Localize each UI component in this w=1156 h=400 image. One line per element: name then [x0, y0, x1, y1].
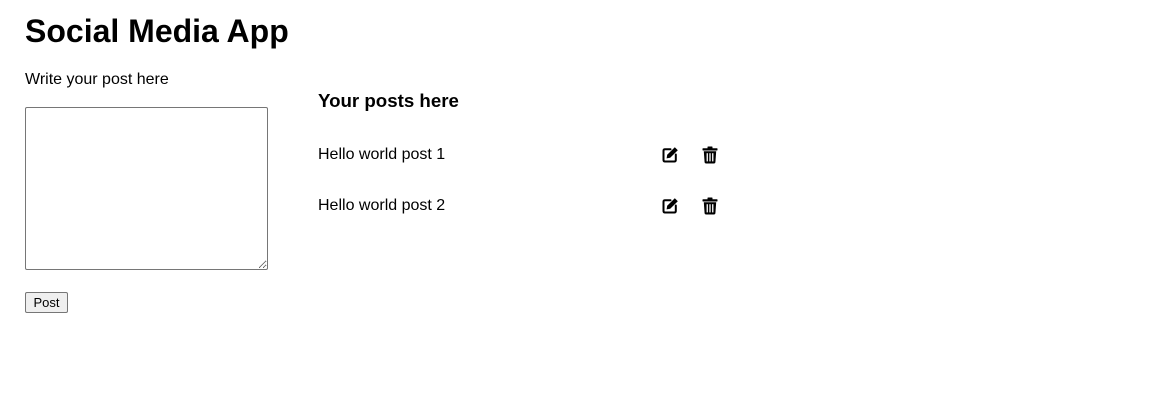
composer-label: Write your post here — [25, 71, 169, 88]
posts-heading: Your posts here — [318, 90, 459, 111]
edit-icon — [661, 197, 679, 215]
post-button[interactable]: Post — [25, 292, 68, 313]
app-container: Social Media App Write your post here Po… — [0, 0, 1156, 400]
post-item: Hello world post 1 — [318, 140, 738, 191]
delete-post-button[interactable] — [700, 196, 720, 216]
delete-post-button[interactable] — [700, 145, 720, 165]
post-text: Hello world post 2 — [318, 197, 446, 214]
app-title: Social Media App — [25, 13, 289, 49]
trash-icon — [702, 197, 718, 215]
edit-icon — [661, 146, 679, 164]
post-item: Hello world post 2 — [318, 191, 738, 242]
post-list: Hello world post 1 Hello world post 2 — [318, 140, 738, 242]
post-text: Hello world post 1 — [318, 146, 446, 163]
edit-post-button[interactable] — [660, 145, 680, 165]
post-textarea[interactable] — [25, 107, 268, 270]
edit-post-button[interactable] — [660, 196, 680, 216]
trash-icon — [702, 146, 718, 164]
